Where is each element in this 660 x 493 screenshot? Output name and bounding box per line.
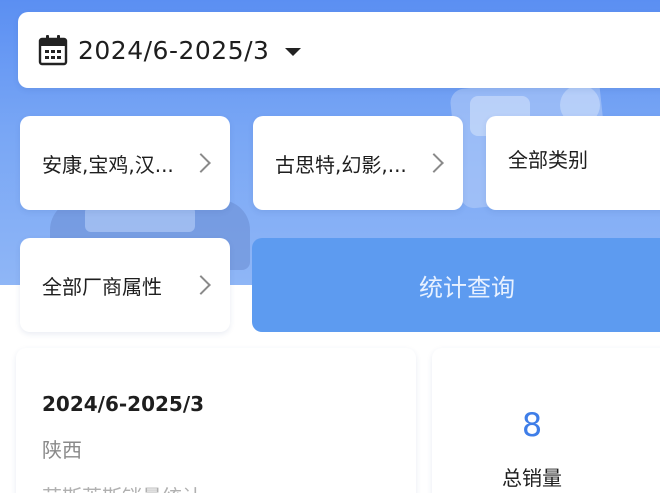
- model-filter[interactable]: 古思特,幻影,...: [253, 116, 463, 210]
- region-filter-label: 安康,宝鸡,汉...: [42, 152, 174, 177]
- manufacturer-attr-filter-label: 全部厂商属性: [42, 274, 162, 299]
- date-range-selector[interactable]: 2024/6-2025/3: [18, 12, 660, 88]
- result-date: 2024/6-2025/3: [42, 392, 205, 416]
- result-summary-card: 2024/6-2025/3 陕西 劳斯莱斯销量统计: [16, 348, 416, 493]
- caret-down-icon[interactable]: [285, 48, 302, 56]
- total-sales-value: 8: [521, 406, 543, 444]
- chevron-right-icon: [191, 153, 211, 173]
- category-filter[interactable]: 全部类别: [486, 116, 660, 210]
- model-filter-label: 古思特,幻影,...: [275, 152, 407, 177]
- region-filter[interactable]: 安康,宝鸡,汉...: [20, 116, 230, 210]
- category-filter-label: 全部类别: [508, 147, 588, 172]
- total-sales-card: 8 总销量: [432, 348, 660, 493]
- calendar-icon: [38, 34, 68, 66]
- result-stat-title: 劳斯莱斯销量统计: [42, 481, 416, 493]
- chevron-right-icon: [191, 275, 211, 295]
- total-sales-label: 总销量: [502, 466, 562, 490]
- query-button[interactable]: 统计查询: [252, 238, 660, 332]
- manufacturer-attr-filter[interactable]: 全部厂商属性: [20, 238, 230, 332]
- chevron-right-icon: [424, 153, 444, 173]
- result-region: 陕西: [42, 438, 82, 462]
- date-range-value: 2024/6-2025/3: [78, 35, 270, 65]
